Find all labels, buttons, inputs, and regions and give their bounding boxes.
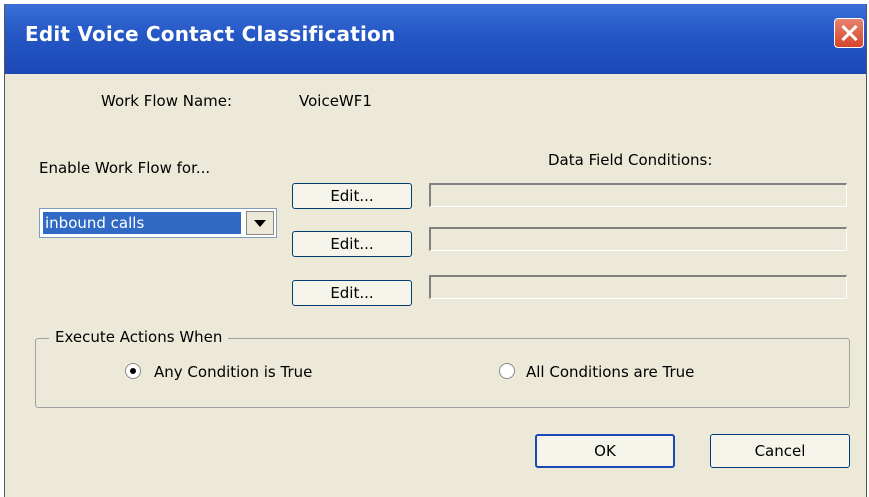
condition-3-field xyxy=(429,275,847,299)
condition-1-field xyxy=(429,183,847,207)
edit-condition-3-button[interactable]: Edit... xyxy=(292,280,412,306)
edit-condition-2-button[interactable]: Edit... xyxy=(292,231,412,257)
execute-actions-label: Execute Actions When xyxy=(49,328,229,346)
data-field-conditions-label: Data Field Conditions: xyxy=(548,151,713,169)
all-conditions-radio[interactable] xyxy=(499,363,515,379)
workflow-name-value: VoiceWF1 xyxy=(299,92,372,110)
cancel-button[interactable]: Cancel xyxy=(710,434,850,468)
enable-workflow-select[interactable]: inbound calls xyxy=(39,208,277,238)
workflow-name-label: Work Flow Name: xyxy=(101,92,233,110)
any-condition-radio[interactable] xyxy=(125,363,141,379)
all-conditions-label[interactable]: All Conditions are True xyxy=(526,363,694,381)
ok-button[interactable]: OK xyxy=(535,434,675,468)
close-icon[interactable] xyxy=(834,18,864,48)
dialog-body: Work Flow Name: VoiceWF1 Enable Work Flo… xyxy=(5,74,866,497)
dropdown-arrow-icon[interactable] xyxy=(246,211,274,235)
title-bar[interactable]: Edit Voice Contact Classification xyxy=(5,4,866,74)
edit-condition-1-button[interactable]: Edit... xyxy=(292,183,412,209)
condition-2-field xyxy=(429,227,847,251)
any-condition-label[interactable]: Any Condition is True xyxy=(154,363,312,381)
window-title: Edit Voice Contact Classification xyxy=(25,22,396,46)
enable-workflow-label: Enable Work Flow for... xyxy=(39,159,211,177)
select-value: inbound calls xyxy=(43,212,241,234)
dialog-window: Edit Voice Contact Classification Work F… xyxy=(4,4,867,497)
